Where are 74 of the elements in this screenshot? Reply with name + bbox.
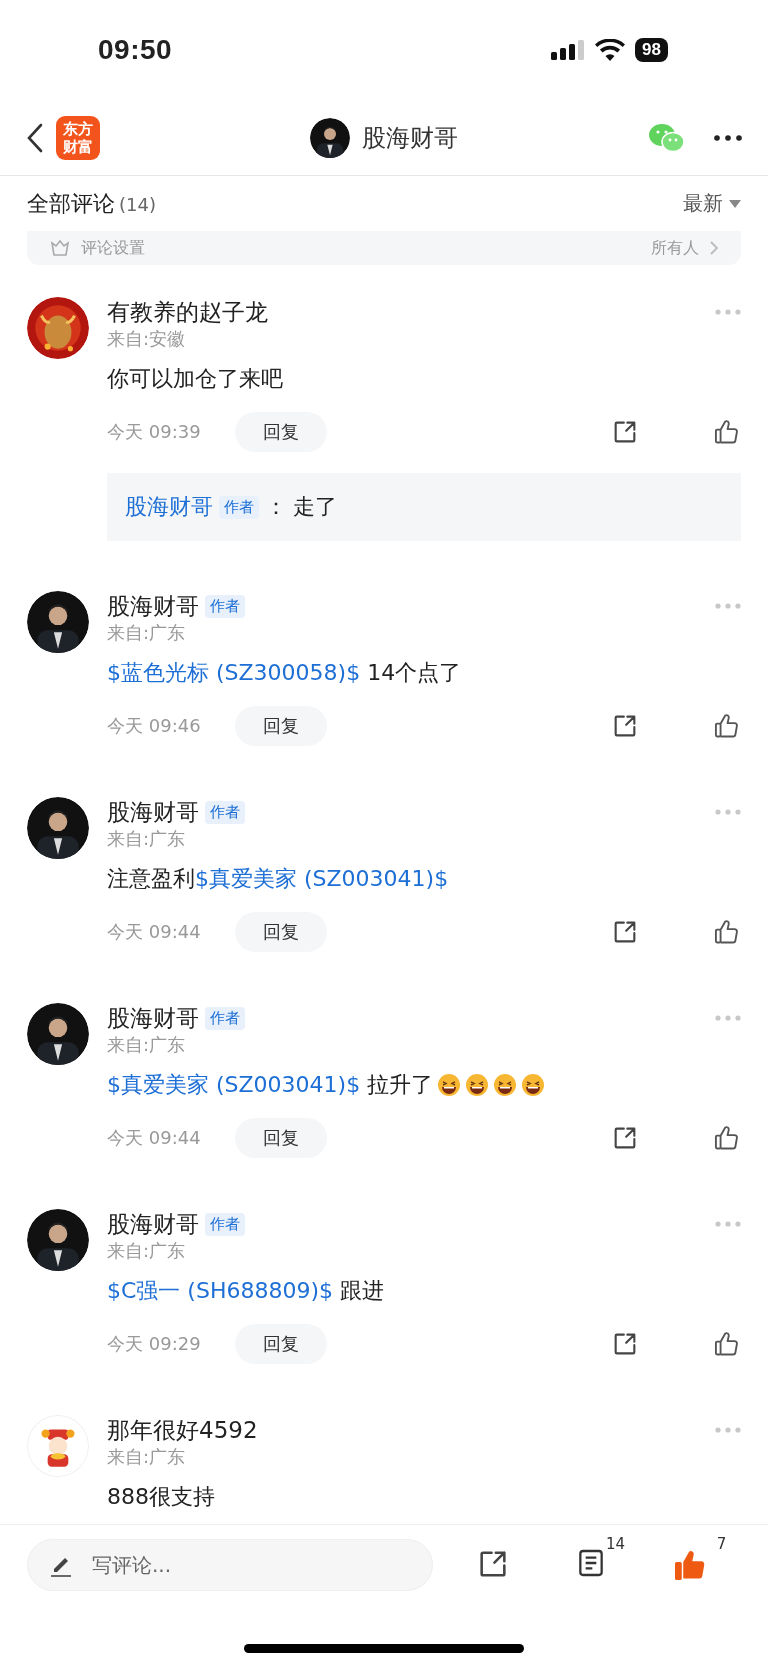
chevron-icon [709, 240, 719, 256]
thumbs-up-icon[interactable] [713, 418, 741, 446]
more-icon[interactable] [714, 134, 742, 141]
user-name[interactable]: 股海财哥 [107, 796, 199, 828]
comment-time: 今天 09:29 [107, 1332, 202, 1356]
location: 来自:安徽 [107, 327, 187, 351]
thumbs-up-icon[interactable] [713, 1124, 741, 1152]
avatar[interactable] [27, 297, 89, 359]
comment-text: 跟进 [339, 1277, 384, 1305]
comment-time: 今天 09:39 [107, 420, 202, 444]
settings-value: 所有人 [651, 237, 699, 259]
author-badge: 作者 [219, 495, 259, 519]
thumbs-up-icon[interactable] [713, 918, 741, 946]
caret-icon [729, 199, 741, 208]
author-badge: 作者 [205, 800, 245, 824]
comment-count: (14) [119, 193, 156, 215]
laughing-emoji-icon [465, 1073, 490, 1097]
laughing-emoji-icon [521, 1073, 546, 1097]
comment-time: 今天 09:44 [107, 920, 202, 944]
location: 来自:广东 [107, 621, 187, 645]
location: 来自:广东 [107, 827, 187, 851]
reply-button[interactable]: 回复 [235, 412, 327, 452]
author-badge: 作者 [205, 1006, 245, 1030]
stock-link[interactable]: $真爱美家 (SZ003041)$ [107, 1069, 361, 1101]
avatar[interactable] [27, 1209, 89, 1271]
back-icon[interactable] [26, 122, 44, 153]
comment-text: 888很支持 [107, 1483, 215, 1511]
stock-link[interactable]: $蓝色光标 (SZ300058)$ [107, 657, 361, 689]
stock-link[interactable]: $C强一 (SH688809)$ [107, 1275, 333, 1307]
comment-count: 14 [605, 1535, 625, 1553]
location: 来自:广东 [107, 1239, 187, 1263]
avatar[interactable] [27, 797, 89, 859]
comment-text: 拉升了 [366, 1071, 434, 1099]
thumbs-up-icon[interactable] [713, 1330, 741, 1358]
sort-dropdown[interactable]: 最新 [683, 190, 741, 217]
user-name[interactable]: 股海财哥 [107, 1002, 199, 1034]
author-badge: 作者 [205, 1212, 245, 1236]
signal-icon [551, 40, 586, 60]
reply-button[interactable]: 回复 [235, 706, 327, 746]
avatar[interactable] [310, 117, 350, 158]
laughing-emoji-icon [437, 1073, 462, 1097]
reply-text: 走了 [293, 493, 337, 521]
comment-input[interactable]: 写评论... [92, 1540, 410, 1590]
thumbs-up-icon[interactable] [713, 712, 741, 740]
battery-level: 98 [635, 38, 668, 62]
section-title: 全部评论 [27, 190, 115, 216]
location: 来自:广东 [107, 1445, 187, 1469]
comment-time: 今天 09:44 [107, 1126, 202, 1150]
user-name[interactable]: 有教养的赵子龙 [107, 296, 268, 328]
comment-time: 今天 09:46 [107, 714, 202, 738]
comment-text: 14个点了 [366, 659, 462, 687]
settings-icon [49, 239, 71, 257]
avatar[interactable] [27, 1003, 89, 1065]
status-time: 09:50 [98, 34, 173, 66]
reply-button[interactable]: 回复 [235, 1118, 327, 1158]
avatar[interactable] [27, 591, 89, 653]
reply-button[interactable]: 回复 [235, 912, 327, 952]
comment-field[interactable]: 写评论... [27, 1539, 433, 1591]
nav-title: 股海财哥 [362, 122, 458, 154]
like-count: 7 [716, 1535, 727, 1553]
laughing-emoji-icon [493, 1073, 518, 1097]
reply-separator: ： [265, 493, 287, 521]
reply-user[interactable]: 股海财哥 [125, 492, 213, 522]
user-name[interactable]: 股海财哥 [107, 590, 199, 622]
reply-button[interactable]: 回复 [235, 1324, 327, 1364]
settings-label: 评论设置 [81, 237, 145, 259]
comment-text: 你可以加仓了来吧 [107, 365, 283, 393]
user-name[interactable]: 那年很好4592 [107, 1414, 258, 1446]
wifi-icon [595, 39, 626, 61]
location: 来自:广东 [107, 1033, 187, 1057]
author-badge: 作者 [205, 594, 245, 618]
stock-link[interactable]: $真爱美家 (SZ003041)$ [195, 863, 449, 895]
user-name[interactable]: 股海财哥 [107, 1208, 199, 1240]
comment-text: 注意盈利 [107, 865, 195, 893]
